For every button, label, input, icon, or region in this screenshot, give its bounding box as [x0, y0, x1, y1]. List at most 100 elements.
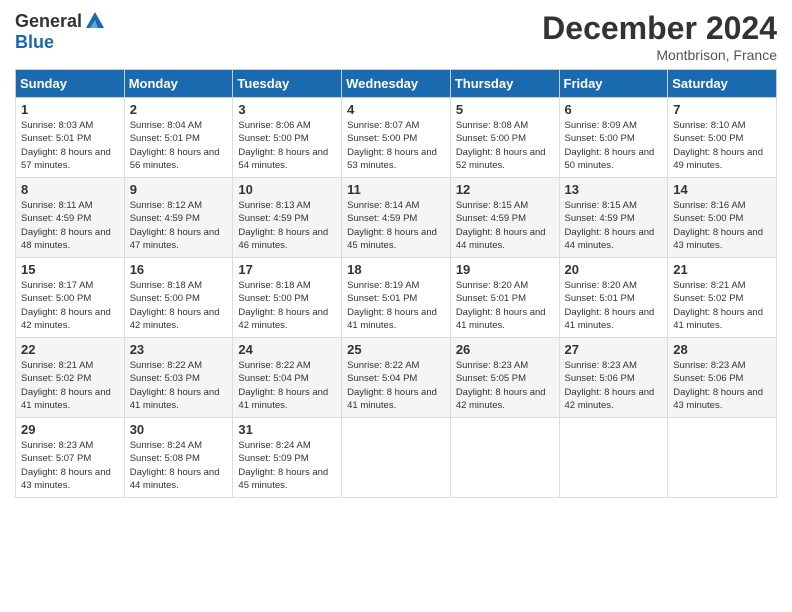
- day-info: Sunrise: 8:24 AMSunset: 5:08 PMDaylight:…: [130, 440, 220, 491]
- day-cell: 14 Sunrise: 8:16 AMSunset: 5:00 PMDaylig…: [668, 178, 777, 258]
- day-cell: 16 Sunrise: 8:18 AMSunset: 5:00 PMDaylig…: [124, 258, 233, 338]
- day-info: Sunrise: 8:06 AMSunset: 5:00 PMDaylight:…: [238, 120, 328, 171]
- day-info: Sunrise: 8:11 AMSunset: 4:59 PMDaylight:…: [21, 200, 111, 251]
- day-info: Sunrise: 8:23 AMSunset: 5:06 PMDaylight:…: [673, 360, 763, 411]
- day-number: 16: [130, 262, 228, 277]
- day-number: 8: [21, 182, 119, 197]
- calendar-header: Sunday Monday Tuesday Wednesday Thursday…: [16, 70, 777, 98]
- day-info: Sunrise: 8:10 AMSunset: 5:00 PMDaylight:…: [673, 120, 763, 171]
- day-number: 28: [673, 342, 771, 357]
- day-number: 3: [238, 102, 336, 117]
- day-cell: 1 Sunrise: 8:03 AMSunset: 5:01 PMDayligh…: [16, 98, 125, 178]
- day-number: 23: [130, 342, 228, 357]
- day-number: 7: [673, 102, 771, 117]
- col-friday: Friday: [559, 70, 668, 98]
- day-number: 11: [347, 182, 445, 197]
- day-info: Sunrise: 8:22 AMSunset: 5:04 PMDaylight:…: [238, 360, 328, 411]
- day-cell: 19 Sunrise: 8:20 AMSunset: 5:01 PMDaylig…: [450, 258, 559, 338]
- day-info: Sunrise: 8:03 AMSunset: 5:01 PMDaylight:…: [21, 120, 111, 171]
- day-number: 18: [347, 262, 445, 277]
- day-info: Sunrise: 8:16 AMSunset: 5:00 PMDaylight:…: [673, 200, 763, 251]
- day-info: Sunrise: 8:07 AMSunset: 5:00 PMDaylight:…: [347, 120, 437, 171]
- day-info: Sunrise: 8:15 AMSunset: 4:59 PMDaylight:…: [456, 200, 546, 251]
- day-cell: 13 Sunrise: 8:15 AMSunset: 4:59 PMDaylig…: [559, 178, 668, 258]
- day-number: 24: [238, 342, 336, 357]
- day-number: 10: [238, 182, 336, 197]
- day-number: 30: [130, 422, 228, 437]
- day-info: Sunrise: 8:23 AMSunset: 5:05 PMDaylight:…: [456, 360, 546, 411]
- day-cell: 28 Sunrise: 8:23 AMSunset: 5:06 PMDaylig…: [668, 338, 777, 418]
- day-number: 20: [565, 262, 663, 277]
- day-number: 5: [456, 102, 554, 117]
- week-row-3: 15 Sunrise: 8:17 AMSunset: 5:00 PMDaylig…: [16, 258, 777, 338]
- day-cell: 7 Sunrise: 8:10 AMSunset: 5:00 PMDayligh…: [668, 98, 777, 178]
- day-info: Sunrise: 8:20 AMSunset: 5:01 PMDaylight:…: [565, 280, 655, 331]
- day-cell: 12 Sunrise: 8:15 AMSunset: 4:59 PMDaylig…: [450, 178, 559, 258]
- day-info: Sunrise: 8:09 AMSunset: 5:00 PMDaylight:…: [565, 120, 655, 171]
- day-cell: 5 Sunrise: 8:08 AMSunset: 5:00 PMDayligh…: [450, 98, 559, 178]
- day-cell: 8 Sunrise: 8:11 AMSunset: 4:59 PMDayligh…: [16, 178, 125, 258]
- day-number: 15: [21, 262, 119, 277]
- day-cell: 27 Sunrise: 8:23 AMSunset: 5:06 PMDaylig…: [559, 338, 668, 418]
- day-cell: 24 Sunrise: 8:22 AMSunset: 5:04 PMDaylig…: [233, 338, 342, 418]
- day-info: Sunrise: 8:15 AMSunset: 4:59 PMDaylight:…: [565, 200, 655, 251]
- day-cell: 20 Sunrise: 8:20 AMSunset: 5:01 PMDaylig…: [559, 258, 668, 338]
- day-info: Sunrise: 8:19 AMSunset: 5:01 PMDaylight:…: [347, 280, 437, 331]
- logo: General Blue: [15, 10, 106, 53]
- day-number: 12: [456, 182, 554, 197]
- day-cell: 30 Sunrise: 8:24 AMSunset: 5:08 PMDaylig…: [124, 418, 233, 498]
- day-info: Sunrise: 8:12 AMSunset: 4:59 PMDaylight:…: [130, 200, 220, 251]
- day-number: 9: [130, 182, 228, 197]
- day-cell: 3 Sunrise: 8:06 AMSunset: 5:00 PMDayligh…: [233, 98, 342, 178]
- week-row-4: 22 Sunrise: 8:21 AMSunset: 5:02 PMDaylig…: [16, 338, 777, 418]
- week-row-5: 29 Sunrise: 8:23 AMSunset: 5:07 PMDaylig…: [16, 418, 777, 498]
- day-cell: 17 Sunrise: 8:18 AMSunset: 5:00 PMDaylig…: [233, 258, 342, 338]
- day-info: Sunrise: 8:17 AMSunset: 5:00 PMDaylight:…: [21, 280, 111, 331]
- day-number: 2: [130, 102, 228, 117]
- day-number: 13: [565, 182, 663, 197]
- day-info: Sunrise: 8:20 AMSunset: 5:01 PMDaylight:…: [456, 280, 546, 331]
- day-info: Sunrise: 8:23 AMSunset: 5:06 PMDaylight:…: [565, 360, 655, 411]
- day-info: Sunrise: 8:23 AMSunset: 5:07 PMDaylight:…: [21, 440, 111, 491]
- day-info: Sunrise: 8:22 AMSunset: 5:04 PMDaylight:…: [347, 360, 437, 411]
- day-number: 27: [565, 342, 663, 357]
- day-cell: 11 Sunrise: 8:14 AMSunset: 4:59 PMDaylig…: [342, 178, 451, 258]
- day-number: 25: [347, 342, 445, 357]
- day-number: 19: [456, 262, 554, 277]
- day-info: Sunrise: 8:21 AMSunset: 5:02 PMDaylight:…: [21, 360, 111, 411]
- day-number: 17: [238, 262, 336, 277]
- day-number: 6: [565, 102, 663, 117]
- day-cell: 15 Sunrise: 8:17 AMSunset: 5:00 PMDaylig…: [16, 258, 125, 338]
- day-cell: 4 Sunrise: 8:07 AMSunset: 5:00 PMDayligh…: [342, 98, 451, 178]
- day-cell: 23 Sunrise: 8:22 AMSunset: 5:03 PMDaylig…: [124, 338, 233, 418]
- day-number: 29: [21, 422, 119, 437]
- day-cell: 6 Sunrise: 8:09 AMSunset: 5:00 PMDayligh…: [559, 98, 668, 178]
- location: Montbrison, France: [542, 47, 777, 63]
- col-sunday: Sunday: [16, 70, 125, 98]
- day-info: Sunrise: 8:21 AMSunset: 5:02 PMDaylight:…: [673, 280, 763, 331]
- main-container: General Blue December 2024 Montbrison, F…: [0, 0, 792, 508]
- day-cell: 26 Sunrise: 8:23 AMSunset: 5:05 PMDaylig…: [450, 338, 559, 418]
- col-tuesday: Tuesday: [233, 70, 342, 98]
- day-cell: 31 Sunrise: 8:24 AMSunset: 5:09 PMDaylig…: [233, 418, 342, 498]
- day-number: 22: [21, 342, 119, 357]
- day-info: Sunrise: 8:24 AMSunset: 5:09 PMDaylight:…: [238, 440, 328, 491]
- day-info: Sunrise: 8:18 AMSunset: 5:00 PMDaylight:…: [130, 280, 220, 331]
- logo-icon: [84, 10, 106, 32]
- header: General Blue December 2024 Montbrison, F…: [15, 10, 777, 63]
- day-info: Sunrise: 8:04 AMSunset: 5:01 PMDaylight:…: [130, 120, 220, 171]
- day-cell: [450, 418, 559, 498]
- col-thursday: Thursday: [450, 70, 559, 98]
- day-info: Sunrise: 8:08 AMSunset: 5:00 PMDaylight:…: [456, 120, 546, 171]
- day-cell: [559, 418, 668, 498]
- day-number: 31: [238, 422, 336, 437]
- header-row: Sunday Monday Tuesday Wednesday Thursday…: [16, 70, 777, 98]
- day-cell: 29 Sunrise: 8:23 AMSunset: 5:07 PMDaylig…: [16, 418, 125, 498]
- day-number: 26: [456, 342, 554, 357]
- day-info: Sunrise: 8:18 AMSunset: 5:00 PMDaylight:…: [238, 280, 328, 331]
- day-cell: 10 Sunrise: 8:13 AMSunset: 4:59 PMDaylig…: [233, 178, 342, 258]
- day-cell: 18 Sunrise: 8:19 AMSunset: 5:01 PMDaylig…: [342, 258, 451, 338]
- calendar-body: 1 Sunrise: 8:03 AMSunset: 5:01 PMDayligh…: [16, 98, 777, 498]
- day-number: 14: [673, 182, 771, 197]
- col-wednesday: Wednesday: [342, 70, 451, 98]
